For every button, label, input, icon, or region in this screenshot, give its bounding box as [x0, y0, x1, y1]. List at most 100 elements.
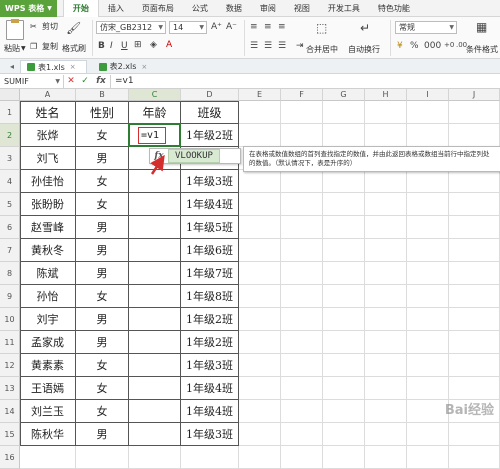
- increase-decimal-icon[interactable]: +0: [444, 41, 454, 49]
- table-cell[interactable]: 男: [76, 331, 129, 354]
- empty-cell[interactable]: [407, 377, 449, 400]
- empty-cell[interactable]: [239, 331, 281, 354]
- format-painter-button[interactable]: 格式刷: [62, 43, 86, 54]
- table-cell[interactable]: 孙怡: [20, 285, 76, 308]
- empty-cell[interactable]: [365, 101, 407, 124]
- empty-cell[interactable]: [365, 354, 407, 377]
- table-cell[interactable]: [129, 193, 181, 216]
- empty-cell[interactable]: [365, 124, 407, 147]
- empty-cell[interactable]: [365, 377, 407, 400]
- empty-cell[interactable]: [365, 239, 407, 262]
- align-center-icon[interactable]: ☰: [264, 41, 272, 51]
- empty-cell[interactable]: [449, 239, 500, 262]
- empty-cell[interactable]: [323, 423, 365, 446]
- table-cell[interactable]: 刘宇: [20, 308, 76, 331]
- empty-cell[interactable]: [407, 216, 449, 239]
- empty-cell[interactable]: [449, 423, 500, 446]
- number-format-select[interactable]: 常规▼: [395, 21, 457, 34]
- column-header[interactable]: I: [407, 89, 449, 101]
- grow-font-icon[interactable]: A⁺: [211, 22, 222, 32]
- table-cell[interactable]: 陈斌: [20, 262, 76, 285]
- menu-tab[interactable]: 公式: [183, 0, 217, 17]
- align-right-icon[interactable]: ☰: [278, 41, 286, 51]
- cancel-formula-button[interactable]: ✕: [64, 76, 78, 86]
- row-header[interactable]: 15: [0, 423, 20, 446]
- table-cell[interactable]: 1年级2班: [181, 331, 239, 354]
- empty-cell[interactable]: [281, 124, 323, 147]
- empty-cell[interactable]: [365, 193, 407, 216]
- merge-center-button[interactable]: 合并居中: [306, 44, 338, 55]
- font-name-select[interactable]: 仿宋_GB2312▼: [96, 21, 166, 34]
- empty-cell[interactable]: [239, 101, 281, 124]
- empty-cell[interactable]: [239, 377, 281, 400]
- empty-cell[interactable]: [365, 170, 407, 193]
- column-header[interactable]: A: [20, 89, 76, 101]
- table-cell[interactable]: 刘飞: [20, 147, 76, 170]
- row-header[interactable]: 4: [0, 170, 20, 193]
- table-header-cell[interactable]: 班级: [181, 101, 239, 124]
- empty-cell[interactable]: [239, 124, 281, 147]
- menu-tab[interactable]: 开发工具: [319, 0, 369, 17]
- empty-cell[interactable]: [365, 446, 407, 469]
- column-header[interactable]: E: [239, 89, 281, 101]
- empty-cell[interactable]: [239, 423, 281, 446]
- empty-cell[interactable]: [281, 308, 323, 331]
- empty-cell[interactable]: [407, 193, 449, 216]
- empty-cell[interactable]: [281, 331, 323, 354]
- paste-icon[interactable]: [6, 20, 24, 40]
- table-cell[interactable]: [129, 216, 181, 239]
- empty-cell[interactable]: [239, 193, 281, 216]
- table-cell[interactable]: 1年级3班: [181, 423, 239, 446]
- empty-cell[interactable]: [281, 193, 323, 216]
- empty-cell[interactable]: [323, 170, 365, 193]
- table-cell[interactable]: 1年级3班: [181, 354, 239, 377]
- empty-cell[interactable]: [281, 377, 323, 400]
- table-cell[interactable]: 男: [76, 147, 129, 170]
- empty-cell[interactable]: [407, 308, 449, 331]
- empty-cell[interactable]: [281, 446, 323, 469]
- cut-button[interactable]: ✂剪切: [30, 21, 58, 32]
- empty-cell[interactable]: [365, 262, 407, 285]
- empty-cell[interactable]: [407, 101, 449, 124]
- row-header[interactable]: 13: [0, 377, 20, 400]
- empty-cell[interactable]: [323, 308, 365, 331]
- bold-button[interactable]: B: [98, 41, 105, 51]
- table-header-cell[interactable]: 年龄: [129, 101, 181, 124]
- table-cell[interactable]: 男: [76, 423, 129, 446]
- empty-cell[interactable]: [281, 354, 323, 377]
- empty-cell[interactable]: [407, 423, 449, 446]
- table-cell[interactable]: 黄素素: [20, 354, 76, 377]
- table-cell[interactable]: 1年级8班: [181, 285, 239, 308]
- row-header[interactable]: 16: [0, 446, 20, 469]
- column-header[interactable]: H: [365, 89, 407, 101]
- row-header[interactable]: 2: [0, 124, 20, 147]
- table-cell[interactable]: 孙佳怡: [20, 170, 76, 193]
- row-header[interactable]: 8: [0, 262, 20, 285]
- empty-cell[interactable]: [407, 262, 449, 285]
- insert-function-icon[interactable]: fx: [92, 76, 110, 86]
- table-cell[interactable]: 1年级3班: [181, 170, 239, 193]
- menu-tab[interactable]: 特色功能: [369, 0, 419, 17]
- empty-cell[interactable]: [365, 423, 407, 446]
- table-cell[interactable]: 男: [76, 239, 129, 262]
- comma-style-icon[interactable]: 000: [424, 41, 441, 51]
- row-header[interactable]: 3: [0, 147, 20, 170]
- table-cell[interactable]: [129, 170, 181, 193]
- table-cell[interactable]: [129, 239, 181, 262]
- close-icon[interactable]: ×: [141, 63, 147, 71]
- empty-cell[interactable]: [323, 101, 365, 124]
- column-header[interactable]: D: [181, 89, 239, 101]
- column-header[interactable]: C: [129, 89, 181, 101]
- table-cell[interactable]: 黄秋冬: [20, 239, 76, 262]
- confirm-formula-button[interactable]: ✓: [78, 76, 92, 86]
- column-header[interactable]: F: [281, 89, 323, 101]
- empty-cell[interactable]: [239, 308, 281, 331]
- row-header[interactable]: 9: [0, 285, 20, 308]
- empty-cell[interactable]: [323, 216, 365, 239]
- empty-cell[interactable]: [407, 331, 449, 354]
- empty-cell[interactable]: [239, 354, 281, 377]
- empty-cell[interactable]: [407, 446, 449, 469]
- empty-cell[interactable]: [407, 124, 449, 147]
- select-all-corner[interactable]: [0, 89, 20, 101]
- empty-cell[interactable]: [449, 331, 500, 354]
